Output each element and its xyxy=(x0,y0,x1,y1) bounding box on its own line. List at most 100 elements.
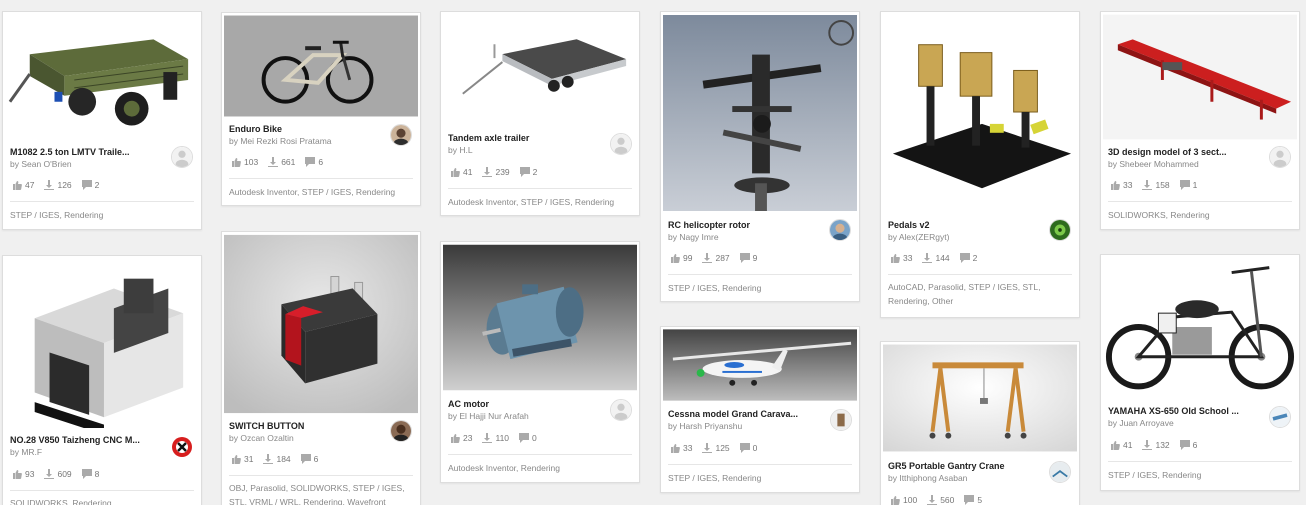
model-stats: 23 110 0 xyxy=(450,433,537,443)
model-title[interactable]: RC helicopter rotor xyxy=(668,220,818,230)
model-card[interactable]: Tandem axle trailer by H.L 41 239 2 Auto… xyxy=(440,11,640,216)
model-author[interactable]: by MR.F xyxy=(10,447,42,457)
model-card[interactable]: 3D design model of 3 sect... by Shebeer … xyxy=(1100,11,1300,230)
model-title[interactable]: Cessna model Grand Carava... xyxy=(668,409,808,419)
model-title[interactable]: 3D design model of 3 sect... xyxy=(1108,147,1248,157)
user-avatar[interactable] xyxy=(830,409,852,431)
model-card[interactable]: NO.28 V850 Taizheng CNC M... by MR.F 93 … xyxy=(2,255,202,505)
default-avatar-icon[interactable] xyxy=(171,146,193,168)
likes-stat[interactable]: 41 xyxy=(450,167,472,177)
model-thumbnail[interactable] xyxy=(5,258,199,428)
comments-stat[interactable]: 2 xyxy=(81,180,99,190)
likes-stat[interactable]: 33 xyxy=(670,443,692,453)
user-avatar[interactable] xyxy=(829,219,851,241)
likes-stat[interactable]: 33 xyxy=(1110,180,1132,190)
comments-stat[interactable]: 2 xyxy=(959,253,977,263)
likes-stat[interactable]: 103 xyxy=(231,157,258,167)
likes-stat[interactable]: 23 xyxy=(450,433,472,443)
model-title[interactable]: YAMAHA XS-650 Old School ... xyxy=(1108,406,1248,416)
likes-stat[interactable]: 100 xyxy=(890,495,917,505)
user-avatar[interactable] xyxy=(1269,406,1291,428)
likes-stat[interactable]: 93 xyxy=(12,469,34,479)
comments-stat[interactable]: 0 xyxy=(519,433,537,443)
comments-stat[interactable]: 6 xyxy=(300,454,318,464)
model-author[interactable]: by Juan Arroyave xyxy=(1108,418,1174,428)
model-author[interactable]: by Itthiphong Asaban xyxy=(888,473,967,483)
likes-count: 47 xyxy=(25,180,35,190)
model-title[interactable]: GR5 Portable Gantry Crane xyxy=(888,461,1038,471)
comments-stat[interactable]: 8 xyxy=(81,469,99,479)
user-avatar[interactable] xyxy=(1049,461,1071,483)
user-avatar[interactable] xyxy=(390,420,412,442)
model-thumbnail[interactable] xyxy=(883,344,1077,452)
model-thumbnail[interactable] xyxy=(224,234,418,414)
model-author[interactable]: by El Hajji Nur Arafah xyxy=(448,411,529,421)
likes-stat[interactable]: 33 xyxy=(890,253,912,263)
model-author[interactable]: by H.L xyxy=(448,145,473,155)
model-author[interactable]: by Nagy Imre xyxy=(668,232,719,242)
model-card[interactable]: GR5 Portable Gantry Crane by Itthiphong … xyxy=(880,341,1080,505)
model-tags: STEP / IGES, Rendering xyxy=(668,283,762,293)
conveyor-render xyxy=(1103,14,1297,140)
user-avatar[interactable] xyxy=(1049,219,1071,241)
model-thumbnail[interactable] xyxy=(663,329,857,401)
model-thumbnail[interactable] xyxy=(663,14,857,212)
model-author[interactable]: by Shebeer Mohammed xyxy=(1108,159,1199,169)
no-entry-icon[interactable] xyxy=(171,436,193,458)
model-thumbnail[interactable] xyxy=(883,14,1077,212)
downloads-stat: 126 xyxy=(44,180,72,190)
model-author[interactable]: by Harsh Priyanshu xyxy=(668,421,742,431)
likes-count: 33 xyxy=(1123,180,1133,190)
likes-stat[interactable]: 41 xyxy=(1110,440,1132,450)
model-thumbnail[interactable] xyxy=(5,14,199,140)
comments-stat[interactable]: 6 xyxy=(305,157,323,167)
default-avatar-icon[interactable] xyxy=(1269,146,1291,168)
model-card[interactable]: M1082 2.5 ton LMTV Traile... by Sean O'B… xyxy=(2,11,202,230)
model-author[interactable]: by Alex(ZERgyt) xyxy=(888,232,949,242)
comments-stat[interactable]: 5 xyxy=(964,495,982,505)
model-card[interactable]: SWITCH BUTTON by Ozcan Ozaltin 31 184 6 … xyxy=(221,231,421,505)
model-title[interactable]: AC motor xyxy=(448,399,598,409)
comments-stat[interactable]: 0 xyxy=(739,443,758,453)
model-card[interactable]: RC helicopter rotor by Nagy Imre 99 287 … xyxy=(660,11,860,302)
download-icon xyxy=(702,443,713,453)
model-title[interactable]: Tandem axle trailer xyxy=(448,133,598,143)
comments-count: 9 xyxy=(752,253,758,263)
comments-stat[interactable]: 2 xyxy=(519,167,537,177)
model-thumbnail[interactable] xyxy=(443,244,637,391)
model-title[interactable]: Enduro Bike xyxy=(229,124,379,134)
model-card[interactable]: YAMAHA XS-650 Old School ... by Juan Arr… xyxy=(1100,254,1300,491)
default-avatar-icon[interactable] xyxy=(610,133,632,155)
likes-stat[interactable]: 31 xyxy=(231,454,253,464)
model-title[interactable]: NO.28 V850 Taizheng CNC M... xyxy=(10,435,150,445)
model-card[interactable]: AC motor by El Hajji Nur Arafah 23 110 0… xyxy=(440,241,640,483)
model-card[interactable]: Enduro Bike by Mei Rezki Rosi Pratama 10… xyxy=(221,12,421,206)
model-title[interactable]: Pedals v2 xyxy=(888,220,1038,230)
card-divider xyxy=(448,454,632,455)
default-avatar-icon[interactable] xyxy=(610,399,632,421)
comment-icon xyxy=(305,157,316,167)
model-stats: 93 609 8 xyxy=(12,469,99,479)
comments-count: 0 xyxy=(752,443,758,453)
comments-stat[interactable]: 1 xyxy=(1179,180,1197,190)
likes-stat[interactable]: 99 xyxy=(670,253,692,263)
model-thumbnail[interactable] xyxy=(443,14,637,122)
model-author[interactable]: by Sean O'Brien xyxy=(10,159,72,169)
trailer-render xyxy=(443,14,637,122)
comments-stat[interactable]: 6 xyxy=(1179,440,1197,450)
model-thumbnail[interactable] xyxy=(1103,14,1297,140)
model-card[interactable]: Cessna model Grand Carava... by Harsh Pr… xyxy=(660,326,860,493)
comments-stat[interactable]: 9 xyxy=(739,253,758,263)
downloads-stat: 110 xyxy=(482,433,509,443)
model-thumbnail[interactable] xyxy=(224,15,418,117)
model-author[interactable]: by Ozcan Ozaltin xyxy=(229,433,294,443)
model-title[interactable]: SWITCH BUTTON xyxy=(229,421,379,431)
user-avatar[interactable] xyxy=(390,124,412,146)
model-card[interactable]: Pedals v2 by Alex(ZERgyt) 33 144 2 AutoC… xyxy=(880,11,1080,318)
model-title[interactable]: M1082 2.5 ton LMTV Traile... xyxy=(10,147,150,157)
downloads-count: 239 xyxy=(495,167,510,177)
model-thumbnail[interactable] xyxy=(1103,257,1297,399)
model-author[interactable]: by Mei Rezki Rosi Pratama xyxy=(229,136,332,146)
model-tags: SOLIDWORKS, Rendering xyxy=(1108,210,1210,220)
likes-stat[interactable]: 47 xyxy=(12,180,34,190)
